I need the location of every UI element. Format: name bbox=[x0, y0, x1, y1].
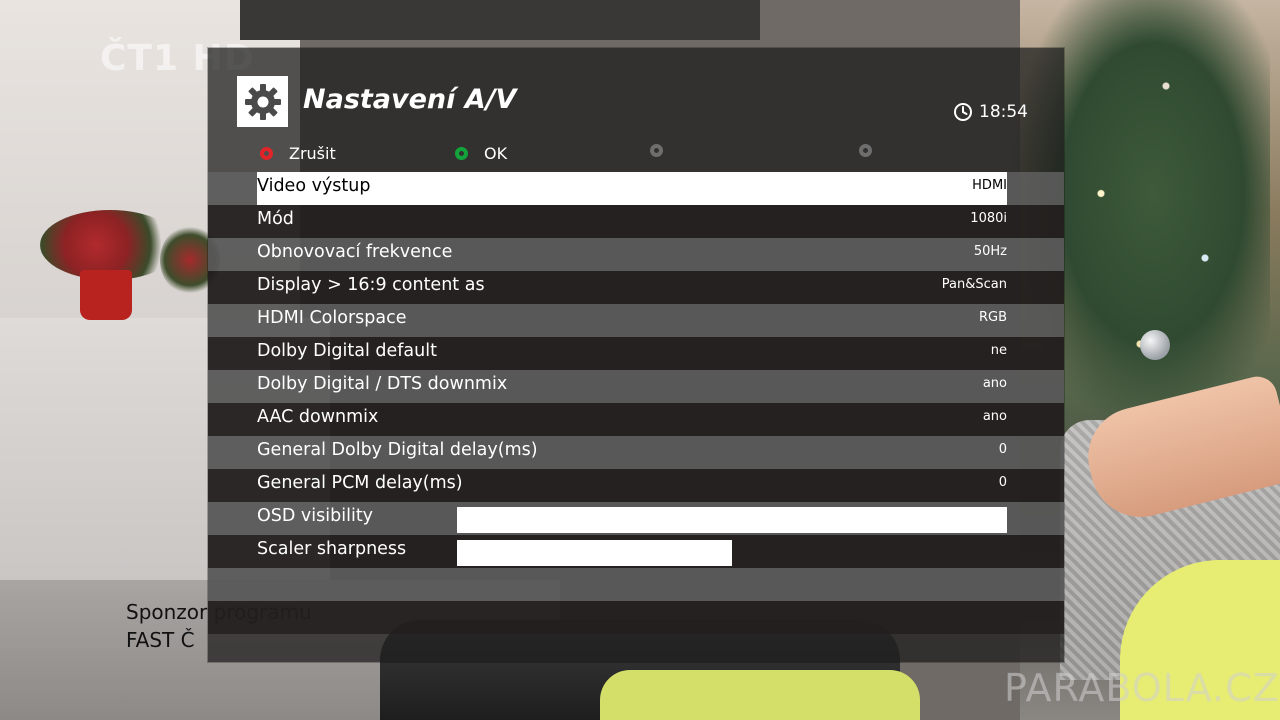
setting-label: General Dolby Digital delay(ms) bbox=[257, 440, 538, 460]
setting-label: OSD visibility bbox=[257, 506, 374, 526]
background-cushion bbox=[600, 670, 920, 720]
scaler-sharpness-slider[interactable] bbox=[457, 540, 732, 566]
setting-scaler-sharpness[interactable]: Scaler sharpness bbox=[208, 535, 1064, 568]
setting-label: Obnovovací frekvence bbox=[257, 242, 453, 262]
setting-hdmi-colorspace[interactable]: HDMI Colorspace RGB bbox=[208, 304, 1064, 337]
setting-value: HDMI bbox=[972, 178, 1007, 193]
setting-dolby-dts-downmix[interactable]: Dolby Digital / DTS downmix ano bbox=[208, 370, 1064, 403]
setting-value: 1080i bbox=[970, 211, 1007, 226]
setting-mode[interactable]: Mód 1080i bbox=[208, 205, 1064, 238]
setting-label: Mód bbox=[257, 209, 294, 229]
clock-time: 18:54 bbox=[979, 102, 1028, 122]
setting-value: ano bbox=[982, 409, 1007, 424]
setting-value: 0 bbox=[998, 475, 1007, 490]
softkey-bar: Zrušit OK bbox=[208, 144, 1064, 168]
softkey-cancel[interactable]: Zrušit bbox=[260, 144, 336, 163]
setting-refresh-rate[interactable]: Obnovovací frekvence 50Hz bbox=[208, 238, 1064, 271]
setting-value: RGB bbox=[978, 310, 1007, 325]
background-ornament bbox=[1140, 330, 1170, 360]
setting-aac-downmix[interactable]: AAC downmix ano bbox=[208, 403, 1064, 436]
watermark: PARABOLA.CZ bbox=[1004, 666, 1280, 710]
softkey-ok-label: OK bbox=[484, 144, 508, 163]
setting-label: Video výstup bbox=[257, 176, 371, 196]
red-key-icon bbox=[260, 147, 273, 160]
setting-value: 0 bbox=[998, 442, 1007, 457]
setting-dolby-delay[interactable]: General Dolby Digital delay(ms) 0 bbox=[208, 436, 1064, 469]
softkey-blue bbox=[859, 144, 872, 157]
settings-list: Video výstup HDMI Mód 1080i Obnovovací f… bbox=[208, 172, 1064, 634]
setting-label: Scaler sharpness bbox=[257, 539, 407, 559]
setting-label: Display > 16:9 content as bbox=[257, 275, 485, 295]
setting-label: General PCM delay(ms) bbox=[257, 473, 463, 493]
setting-label: Dolby Digital default bbox=[257, 341, 437, 361]
page-title: Nastavení A/V bbox=[303, 84, 517, 115]
setting-value: 50Hz bbox=[973, 244, 1007, 259]
setting-osd-visibility[interactable]: OSD visibility bbox=[208, 502, 1064, 535]
setting-label: AAC downmix bbox=[257, 407, 379, 427]
background-tv-frame bbox=[240, 0, 760, 40]
clock-icon bbox=[954, 103, 972, 121]
setting-dolby-default[interactable]: Dolby Digital default ne bbox=[208, 337, 1064, 370]
setting-pcm-delay[interactable]: General PCM delay(ms) 0 bbox=[208, 469, 1064, 502]
gear-icon bbox=[237, 76, 288, 127]
clock: 18:54 bbox=[953, 102, 1028, 122]
inactive-key-icon bbox=[650, 144, 663, 157]
softkey-ok[interactable]: OK bbox=[455, 144, 507, 163]
inactive-key-icon bbox=[859, 144, 872, 157]
softkey-yellow bbox=[650, 144, 663, 157]
av-settings-panel: Nastavení A/V 18:54 Zrušit OK Video výst bbox=[208, 48, 1064, 662]
empty-row bbox=[208, 568, 1064, 601]
setting-value: ne bbox=[990, 343, 1007, 358]
setting-value: ano bbox=[982, 376, 1007, 391]
background-flower-pot bbox=[80, 270, 132, 320]
softkey-cancel-label: Zrušit bbox=[289, 144, 336, 163]
setting-display-16-9[interactable]: Display > 16:9 content as Pan&Scan bbox=[208, 271, 1064, 304]
empty-row bbox=[208, 601, 1064, 634]
setting-value: Pan&Scan bbox=[941, 277, 1007, 292]
green-key-icon bbox=[455, 147, 468, 160]
setting-label: Dolby Digital / DTS downmix bbox=[257, 374, 508, 394]
osd-visibility-slider[interactable] bbox=[457, 507, 1007, 533]
setting-label: HDMI Colorspace bbox=[257, 308, 407, 328]
setting-video-output[interactable]: Video výstup HDMI bbox=[208, 172, 1064, 205]
